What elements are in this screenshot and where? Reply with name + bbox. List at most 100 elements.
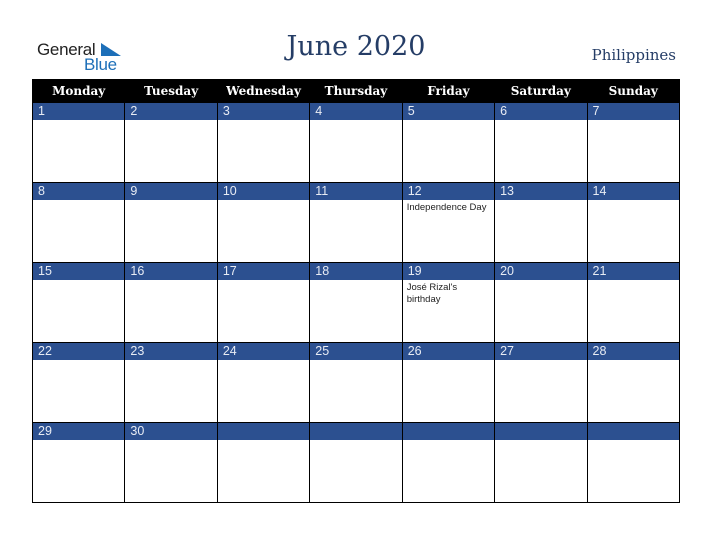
day-number: 17 (217, 263, 310, 280)
day-event (495, 200, 587, 262)
day-cell[interactable]: 25 (309, 342, 403, 423)
day-event (587, 120, 679, 182)
day-cell[interactable]: 20 (494, 262, 588, 343)
day-event (402, 360, 495, 422)
day-cell[interactable]: 21 (586, 262, 681, 343)
day-number: 30 (125, 423, 217, 440)
day-cell[interactable]: 3 (216, 102, 311, 183)
day-event (217, 120, 310, 182)
day-cell[interactable]: 8 (31, 182, 126, 263)
day-cell[interactable]: 16 (124, 262, 218, 343)
day-cell[interactable]: 30 (124, 422, 218, 503)
day-cell[interactable]: 7 (586, 102, 681, 183)
weekday-header-row: Monday Tuesday Wednesday Thursday Friday… (31, 79, 681, 103)
day-number: 7 (587, 103, 679, 120)
day-cell[interactable]: 2 (124, 102, 218, 183)
day-cell[interactable]: 4 (309, 102, 403, 183)
day-number: 28 (587, 343, 679, 360)
day-cell[interactable]: 27 (494, 342, 588, 423)
day-number: 23 (125, 343, 217, 360)
day-number: 8 (33, 183, 125, 200)
day-event (495, 360, 587, 422)
day-number: 22 (33, 343, 125, 360)
day-number: 19 (402, 263, 495, 280)
day-number: 4 (310, 103, 402, 120)
day-event: José Rizal's birthday (402, 280, 495, 342)
day-number: 26 (402, 343, 495, 360)
day-number: 1 (33, 103, 125, 120)
day-number: 18 (310, 263, 402, 280)
day-event (587, 200, 679, 262)
day-event (587, 440, 679, 502)
day-cell[interactable]: 12 Independence Day (401, 182, 496, 263)
day-event (402, 120, 495, 182)
day-number: 21 (587, 263, 679, 280)
day-cell[interactable]: 1 (31, 102, 126, 183)
day-event (495, 280, 587, 342)
day-event (217, 200, 310, 262)
day-number (217, 423, 310, 440)
week-row: 1234567 (31, 102, 681, 183)
weekday-header: Saturday (494, 79, 588, 103)
day-cell[interactable]: 11 (309, 182, 403, 263)
day-cell[interactable]: 28 (586, 342, 681, 423)
day-number: 24 (217, 343, 310, 360)
calendar-grid: Monday Tuesday Wednesday Thursday Friday… (31, 79, 681, 503)
day-number: 27 (495, 343, 587, 360)
day-cell[interactable]: 18 (309, 262, 403, 343)
weekday-header: Tuesday (124, 79, 218, 103)
day-cell[interactable] (494, 422, 588, 503)
day-event (310, 200, 402, 262)
day-cell[interactable]: 19 José Rizal's birthday (401, 262, 496, 343)
day-number (587, 423, 679, 440)
day-event (310, 440, 402, 502)
day-event (217, 280, 310, 342)
day-event (125, 200, 217, 262)
day-event (310, 120, 402, 182)
day-cell[interactable]: 13 (494, 182, 588, 263)
weekday-header: Sunday (586, 79, 681, 103)
week-row: 29 30 (31, 422, 681, 503)
day-number: 15 (33, 263, 125, 280)
day-cell[interactable]: 22 (31, 342, 126, 423)
weekday-header: Friday (401, 79, 496, 103)
day-event (217, 440, 310, 502)
weekday-header: Monday (31, 79, 126, 103)
day-cell[interactable]: 10 (216, 182, 311, 263)
day-cell[interactable]: 29 (31, 422, 126, 503)
day-event (495, 120, 587, 182)
day-cell[interactable] (586, 422, 681, 503)
day-event (33, 360, 125, 422)
day-event (495, 440, 587, 502)
week-row: 8 9 10 11 12 Independence Day 13 14 (31, 182, 681, 263)
day-cell[interactable]: 5 (401, 102, 496, 183)
day-event (402, 440, 495, 502)
day-cell[interactable]: 9 (124, 182, 218, 263)
day-cell[interactable]: 17 (216, 262, 311, 343)
day-number: 20 (495, 263, 587, 280)
day-number: 14 (587, 183, 679, 200)
day-event (587, 280, 679, 342)
day-number: 13 (495, 183, 587, 200)
day-cell[interactable] (309, 422, 403, 503)
country-label: Philippines (591, 46, 676, 64)
day-number: 5 (402, 103, 495, 120)
day-cell[interactable]: 26 (401, 342, 496, 423)
day-cell[interactable] (216, 422, 311, 503)
day-number: 2 (125, 103, 217, 120)
day-cell[interactable]: 6 (494, 102, 588, 183)
day-cell[interactable]: 24 (216, 342, 311, 423)
day-event (125, 360, 217, 422)
day-event: Independence Day (402, 200, 495, 262)
day-cell[interactable]: 14 (586, 182, 681, 263)
day-number: 11 (310, 183, 402, 200)
day-event (217, 360, 310, 422)
day-number: 16 (125, 263, 217, 280)
day-cell[interactable]: 23 (124, 342, 218, 423)
day-cell[interactable] (401, 422, 496, 503)
day-event (587, 360, 679, 422)
day-event (33, 280, 125, 342)
day-number: 6 (495, 103, 587, 120)
weekday-header: Thursday (309, 79, 403, 103)
day-cell[interactable]: 15 (31, 262, 126, 343)
